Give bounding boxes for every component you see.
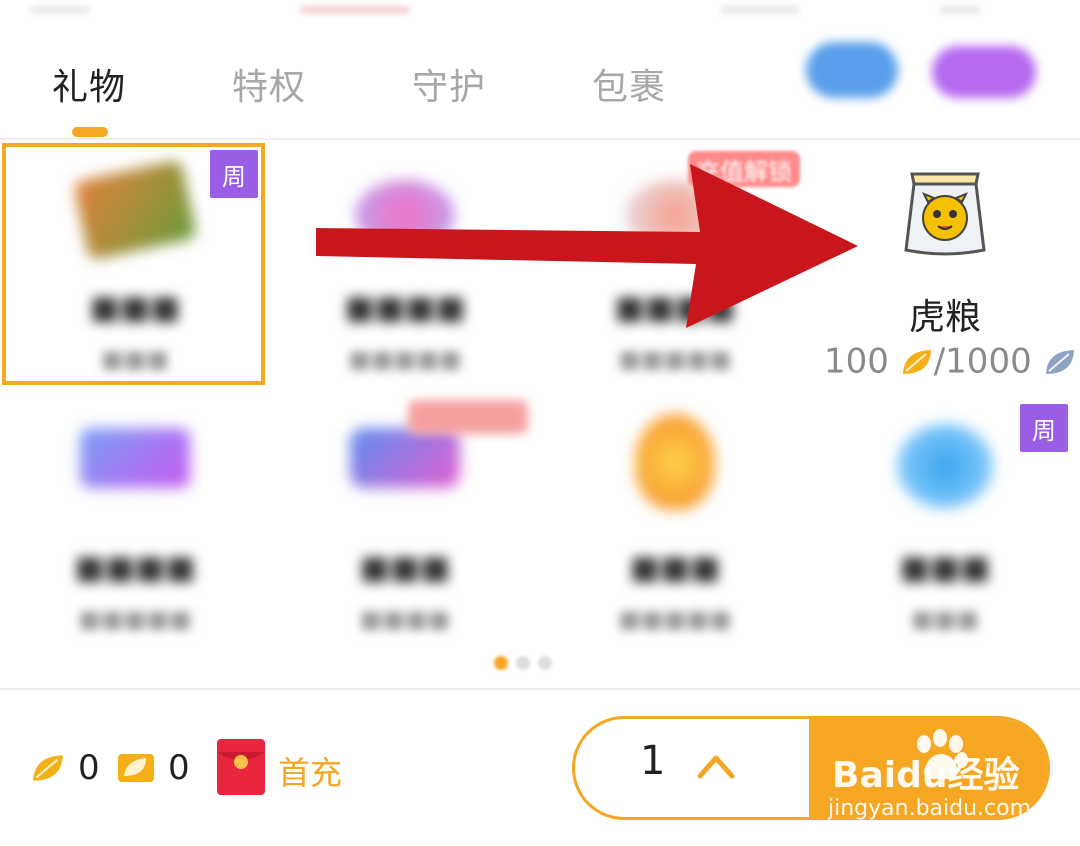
baidu-jingyan-watermark: Baidu经验 jingyan.baidu.com — [828, 728, 1058, 822]
tab-privileges[interactable]: 特权 — [232, 58, 306, 110]
gift-price-blurred: ■■■■ — [359, 605, 451, 633]
blurred-badge — [408, 400, 528, 434]
gift-name-blurred: ■■■ — [629, 548, 721, 586]
gift-price-blurred: ■■■■■ — [78, 605, 192, 633]
week-badge: 周 — [210, 150, 258, 198]
gift-price-blurred: ■■■■■ — [618, 605, 732, 633]
blurred-header-button[interactable] — [932, 46, 1036, 98]
leaf-balance: 0 — [78, 748, 100, 788]
gift-limit-value: /1000 — [933, 341, 1032, 382]
bottom-divider — [0, 688, 1080, 690]
gift-price-blurred: ■■■■■ — [618, 345, 732, 373]
tab-backpack[interactable]: 包裹 — [592, 58, 666, 110]
first-charge-link[interactable]: 首充 — [278, 748, 342, 794]
gold-leaf-icon — [33, 755, 63, 781]
ticket-icon — [118, 754, 154, 782]
gift-panel-tabs: 礼物 特权 守护 包裹 — [0, 40, 1080, 140]
blurred-header-button[interactable] — [806, 42, 898, 98]
chevron-up-icon[interactable] — [696, 752, 736, 780]
gift-item[interactable]: ■■■■ ■■■■■ — [0, 400, 270, 650]
page-indicator — [494, 655, 560, 674]
gift-item[interactable]: ■■■ ■■■■■ — [540, 400, 810, 650]
page-dot — [538, 656, 552, 670]
gift-price-blurred: ■■■■■ — [348, 345, 462, 373]
featured-gift-name: 虎粮 — [908, 297, 981, 338]
quantity-value[interactable]: 1 — [640, 738, 665, 784]
week-badge: 周 — [1020, 404, 1068, 452]
silver-leaf-icon — [1045, 349, 1074, 374]
page-dot-active — [494, 656, 508, 670]
gift-image — [635, 414, 715, 510]
watermark-brand: Baidu经验 — [832, 755, 1020, 796]
tab-gifts[interactable]: 礼物 — [52, 58, 126, 110]
top-status-strip — [0, 0, 1080, 22]
ticket-balance: 0 — [168, 748, 190, 788]
gift-image — [897, 424, 993, 508]
page-dot — [516, 656, 530, 670]
active-tab-indicator — [72, 127, 108, 137]
gift-name-blurred: ■■■ — [359, 548, 451, 586]
gift-item[interactable]: ■■■ ■■■■ — [270, 400, 540, 650]
gift-image — [80, 428, 190, 488]
featured-gift-price: 100 /1000 — [824, 340, 1077, 382]
gift-price-value: 100 — [824, 341, 889, 382]
gift-name-blurred: ■■■ — [899, 548, 991, 586]
tiger-food-bag-icon — [904, 172, 986, 256]
gift-name-blurred: ■■■■ — [74, 548, 196, 586]
watermark-url: jingyan.baidu.com — [828, 796, 1032, 821]
gift-image — [350, 428, 460, 488]
gold-leaf-icon — [902, 349, 931, 374]
gift-price-blurred: ■■■ — [910, 605, 980, 633]
tab-guard[interactable]: 守护 — [412, 58, 486, 110]
red-arrow-annotation — [316, 164, 858, 328]
red-envelope-icon[interactable] — [216, 738, 266, 796]
